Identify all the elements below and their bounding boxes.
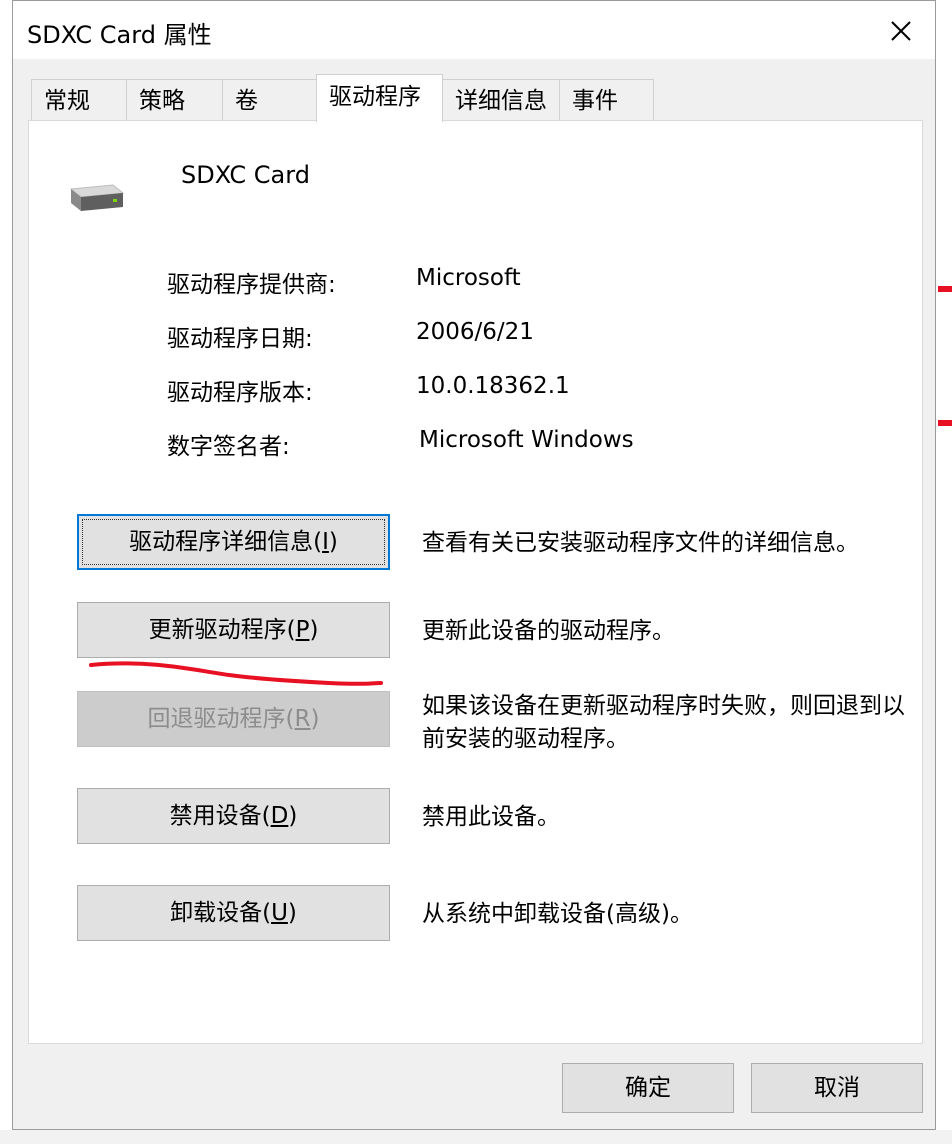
date-label: 驱动程序日期: xyxy=(167,326,313,352)
disable-device-button-close: ) xyxy=(288,803,298,829)
uninstall-device-accesskey: U xyxy=(271,900,288,926)
date-value: 2006/6/21 xyxy=(416,319,534,345)
ok-button[interactable]: 确定 xyxy=(562,1063,734,1113)
tab-details[interactable]: 详细信息 xyxy=(442,79,560,121)
version-value: 10.0.18362.1 xyxy=(416,373,570,399)
tab-general[interactable]: 常规 xyxy=(31,79,127,121)
update-driver-accesskey: P xyxy=(295,617,310,643)
update-driver-button[interactable]: 更新驱动程序(P) xyxy=(77,602,390,658)
uninstall-device-button-label: 卸载设备( xyxy=(170,900,272,926)
title-bar: SDXC Card 属性 xyxy=(13,1,935,59)
window-title: SDXC Card 属性 xyxy=(27,21,212,49)
tab-driver[interactable]: 驱动程序 xyxy=(316,74,443,122)
disable-device-button-label: 禁用设备( xyxy=(169,803,271,829)
provider-label: 驱动程序提供商: xyxy=(167,272,336,298)
signer-value: Microsoft Windows xyxy=(419,427,634,453)
disable-device-accesskey: D xyxy=(270,803,289,829)
background-window xyxy=(936,0,952,1144)
red-underline-annotation xyxy=(89,661,383,686)
driver-tab-panel: SDXC Card 驱动程序提供商: Microsoft 驱动程序日期: 200… xyxy=(28,120,923,1044)
update-driver-button-close: ) xyxy=(309,617,319,643)
device-name: SDXC Card xyxy=(181,161,310,189)
rollback-driver-description: 如果该设备在更新驱动程序时失败，则回退到以前安装的驱动程序。 xyxy=(422,693,905,752)
drive-icon xyxy=(65,181,125,219)
close-icon xyxy=(891,21,911,41)
focus-rect xyxy=(82,519,385,565)
cancel-button[interactable]: 取消 xyxy=(751,1063,923,1113)
update-driver-button-label: 更新驱动程序( xyxy=(148,617,296,643)
driver-details-description: 查看有关已安装驱动程序文件的详细信息。 xyxy=(422,530,859,556)
signer-label: 数字签名者: xyxy=(167,434,290,460)
rollback-driver-button-close: ) xyxy=(310,706,320,732)
tab-policies[interactable]: 策略 xyxy=(126,79,223,121)
rollback-driver-button[interactable]: 回退驱动程序(R) xyxy=(77,691,390,747)
background-window-bottom xyxy=(0,1130,952,1144)
tab-volumes[interactable]: 卷 xyxy=(222,79,317,121)
uninstall-device-button[interactable]: 卸载设备(U) xyxy=(77,885,390,941)
background-mark xyxy=(938,420,952,426)
disable-device-description: 禁用此设备。 xyxy=(422,804,560,830)
disable-device-button[interactable]: 禁用设备(D) xyxy=(77,788,390,844)
rollback-driver-accesskey: R xyxy=(294,706,311,732)
tab-events[interactable]: 事件 xyxy=(559,79,654,121)
close-button[interactable] xyxy=(881,11,921,51)
uninstall-device-button-close: ) xyxy=(287,900,297,926)
background-mark xyxy=(938,286,952,292)
rollback-driver-button-label: 回退驱动程序( xyxy=(147,706,295,732)
properties-dialog: SDXC Card 属性 常规 策略 卷 驱动程序 详细信息 事件 SDXC C… xyxy=(12,0,936,1130)
uninstall-device-description: 从系统中卸载设备(高级)。 xyxy=(422,901,693,927)
version-label: 驱动程序版本: xyxy=(167,380,313,406)
update-driver-description: 更新此设备的驱动程序。 xyxy=(422,618,675,644)
driver-details-button[interactable]: 驱动程序详细信息(I) xyxy=(77,514,390,570)
provider-value: Microsoft xyxy=(416,265,521,291)
